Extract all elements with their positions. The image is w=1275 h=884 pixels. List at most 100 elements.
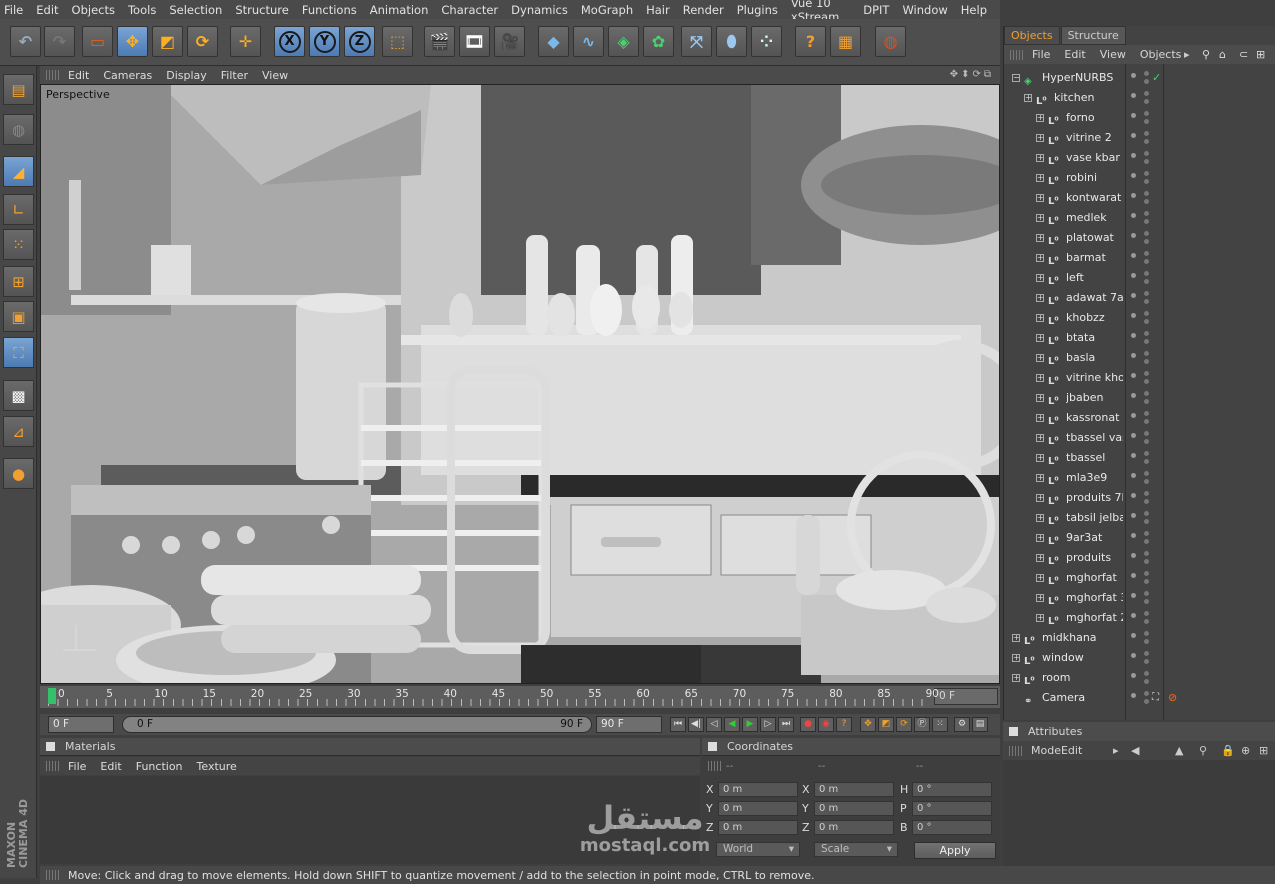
expand-toggle-icon[interactable]: +: [1036, 194, 1044, 202]
autokey-button[interactable]: ◉: [818, 717, 834, 732]
materials-menu-texture[interactable]: Texture: [197, 760, 237, 773]
perspective-viewport[interactable]: Perspective: [40, 84, 1000, 684]
apply-button[interactable]: Apply: [914, 842, 996, 859]
render-visibility-dot-2[interactable]: [1144, 619, 1149, 624]
timeline-options-button[interactable]: ⚙: [954, 717, 970, 732]
render-visibility-dot-2[interactable]: [1144, 319, 1149, 324]
previous-key-button[interactable]: ◀|: [688, 717, 704, 732]
render-visibility-dot-2[interactable]: [1144, 99, 1149, 104]
render-visibility-dot[interactable]: [1144, 511, 1149, 516]
editor-visibility-dot[interactable]: [1131, 533, 1136, 538]
menu-hair[interactable]: Hair: [646, 3, 670, 17]
editor-visibility-dot[interactable]: [1131, 573, 1136, 578]
object-tree-row[interactable]: + L⁰ btata: [1004, 328, 1275, 348]
render-visibility-dot-2[interactable]: [1144, 219, 1149, 224]
menu-plugins[interactable]: Plugins: [737, 3, 778, 17]
menu-selection[interactable]: Selection: [169, 3, 222, 17]
objects-menu-objects[interactable]: Objects: [1140, 48, 1182, 61]
render-visibility-dot[interactable]: [1144, 451, 1149, 456]
model-mode-button[interactable]: ◢: [3, 156, 34, 187]
expand-toggle-icon[interactable]: +: [1036, 274, 1044, 282]
deformer-button[interactable]: ⤧: [681, 26, 712, 57]
render-settings-button[interactable]: 🎥: [494, 26, 525, 57]
object-tree-row[interactable]: + L⁰ jbaben: [1004, 388, 1275, 408]
points-mode-button[interactable]: ⁙: [3, 229, 34, 260]
render-visibility-dot[interactable]: [1144, 191, 1149, 196]
search-icon[interactable]: ⚲: [1199, 744, 1207, 757]
render-visibility-dot[interactable]: [1144, 111, 1149, 116]
object-tree-row[interactable]: + L⁰ kassronat: [1004, 408, 1275, 428]
render-visibility-dot[interactable]: [1144, 91, 1149, 96]
timeline-ruler[interactable]: 0 F 0 5 10 15 20 25 30 35 40 45 50 55 60 65 70 75 80 85 90: [40, 686, 1000, 708]
polygons-mode-button[interactable]: ▣: [3, 301, 34, 332]
key-scale-button[interactable]: ◩: [878, 717, 894, 732]
enabled-check-icon[interactable]: ✓: [1152, 68, 1161, 88]
render-visibility-dot[interactable]: [1144, 551, 1149, 556]
size-y-field[interactable]: 0 m: [814, 801, 894, 816]
viewport-menu-display[interactable]: Display: [166, 69, 207, 82]
render-visibility-dot-2[interactable]: [1144, 379, 1149, 384]
menu-more-icon[interactable]: ▸: [1184, 48, 1190, 61]
objects-menu-file[interactable]: File: [1032, 48, 1050, 61]
layout-button[interactable]: ▦: [830, 26, 861, 57]
z-axis-lock-button[interactable]: Z: [344, 26, 375, 57]
up-arrow-icon[interactable]: ▲: [1175, 744, 1183, 757]
editor-visibility-dot[interactable]: [1131, 333, 1136, 338]
workplane-button[interactable]: ▩: [3, 380, 34, 411]
search-icon[interactable]: ⚲: [1202, 48, 1210, 61]
expand-toggle-icon[interactable]: +: [1036, 394, 1044, 402]
render-visibility-dot[interactable]: [1144, 571, 1149, 576]
expand-toggle-icon[interactable]: +: [1036, 474, 1044, 482]
render-visibility-dot-2[interactable]: [1144, 699, 1149, 704]
objects-menu-edit[interactable]: Edit: [1064, 48, 1085, 61]
editor-visibility-dot[interactable]: [1131, 693, 1136, 698]
viewport-menu-view[interactable]: View: [262, 69, 288, 82]
render-visibility-dot[interactable]: [1144, 331, 1149, 336]
render-visibility-dot[interactable]: [1144, 251, 1149, 256]
key-rotation-button[interactable]: ⟳: [896, 717, 912, 732]
expand-toggle-icon[interactable]: +: [1036, 134, 1044, 142]
undo-button[interactable]: ↶: [10, 26, 41, 57]
scale-tool-button[interactable]: ◩: [152, 26, 183, 57]
expand-toggle-icon[interactable]: +: [1036, 434, 1044, 442]
render-visibility-dot[interactable]: [1144, 631, 1149, 636]
web-button[interactable]: ◍: [875, 26, 906, 57]
viewport-menu-cameras[interactable]: Cameras: [103, 69, 152, 82]
editor-visibility-dot[interactable]: [1131, 213, 1136, 218]
expand-toggle-icon[interactable]: +: [1036, 354, 1044, 362]
editor-visibility-dot[interactable]: [1131, 593, 1136, 598]
object-tree-row[interactable]: + L⁰ mghorfat 3: [1004, 588, 1275, 608]
object-tree-row[interactable]: +L⁰tbassel vase: [1004, 428, 1275, 448]
expand-toggle-icon[interactable]: +: [1036, 334, 1044, 342]
render-visibility-dot-2[interactable]: [1144, 539, 1149, 544]
object-tree-row[interactable]: − ◈ HyperNURBS ✓: [1004, 68, 1275, 88]
render-visibility-dot-2[interactable]: [1144, 659, 1149, 664]
render-visibility-dot[interactable]: [1144, 391, 1149, 396]
position-z-field[interactable]: 0 m: [718, 820, 798, 835]
expand-toggle-icon[interactable]: +: [1012, 674, 1020, 682]
render-visibility-dot-2[interactable]: [1144, 359, 1149, 364]
menu-more-icon[interactable]: ▸: [1113, 744, 1119, 757]
scene-button[interactable]: ⬮: [716, 26, 747, 57]
object-tree-row[interactable]: + L⁰ left: [1004, 268, 1275, 288]
tab-structure[interactable]: Structure: [1060, 26, 1126, 45]
rotation-h-field[interactable]: 0 °: [912, 782, 992, 797]
object-tree-row[interactable]: + L⁰ midkhana: [1004, 628, 1275, 648]
render-visibility-dot-2[interactable]: [1144, 199, 1149, 204]
y-axis-lock-button[interactable]: Y: [309, 26, 340, 57]
render-visibility-dot-2[interactable]: [1144, 339, 1149, 344]
rotate-tool-button[interactable]: ⟳: [187, 26, 218, 57]
render-visibility-dot-2[interactable]: [1144, 299, 1149, 304]
expand-toggle-icon[interactable]: +: [1024, 94, 1032, 102]
size-x-field[interactable]: 0 m: [814, 782, 894, 797]
position-x-field[interactable]: 0 m: [718, 782, 798, 797]
editor-visibility-dot[interactable]: [1131, 553, 1136, 558]
render-visibility-dot-2[interactable]: [1144, 439, 1149, 444]
editor-visibility-dot[interactable]: [1131, 93, 1136, 98]
editor-visibility-dot[interactable]: [1131, 293, 1136, 298]
expand-toggle-icon[interactable]: +: [1036, 454, 1044, 462]
coordinate-system-button[interactable]: ✛: [230, 26, 261, 57]
object-tree-row[interactable]: + L⁰ window: [1004, 648, 1275, 668]
go-to-start-button[interactable]: ⏮: [670, 717, 686, 732]
editor-visibility-dot[interactable]: [1131, 233, 1136, 238]
